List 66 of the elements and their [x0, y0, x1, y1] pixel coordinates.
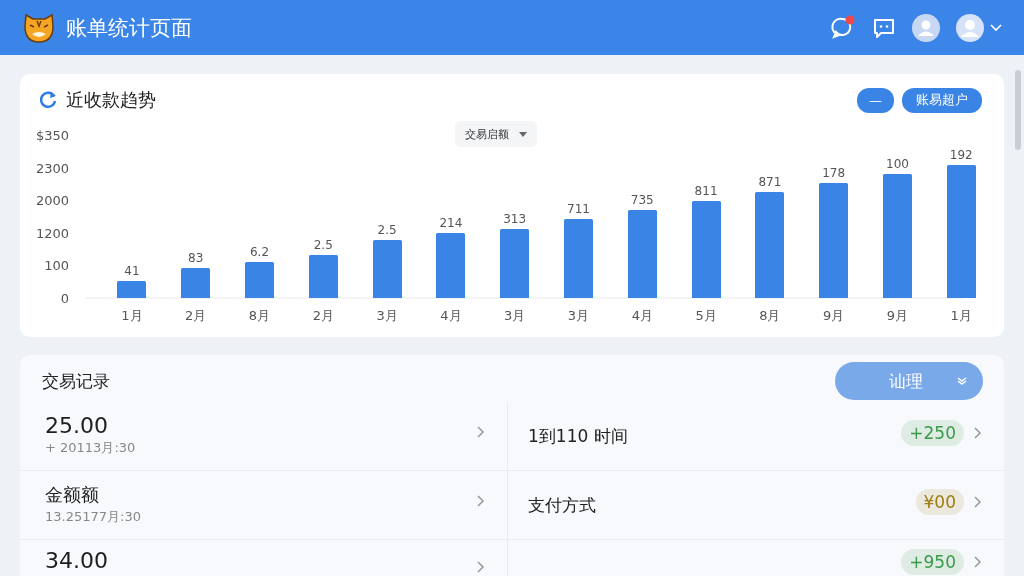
value-label: 871 [758, 175, 782, 190]
record-label: 支付方式 [528, 494, 596, 517]
chevron-right-icon[interactable] [477, 561, 485, 573]
value-label: 313 [503, 211, 527, 226]
axis-label: 0 [60, 291, 69, 306]
record-meta: 13.25177月:30 [45, 508, 141, 526]
metric-dropdown[interactable]: 交易启额 [455, 121, 537, 147]
section-title: 交易记录 [42, 369, 110, 393]
axis-label: 3月 [376, 307, 398, 325]
page-title: 账单统计页面 [66, 14, 192, 42]
value-label: 6.2 [249, 245, 270, 260]
axis-label: 5月 [695, 307, 717, 325]
axis-label: 3月 [567, 307, 590, 325]
tiger-head-icon [22, 11, 56, 44]
value-label: 2.5 [377, 222, 397, 237]
amount-badge: +250 [901, 420, 964, 446]
axis-label: 9月 [886, 307, 909, 325]
chevron-right-icon[interactable] [477, 495, 485, 507]
axis-label: 8月 [248, 307, 271, 325]
axis-label: 2月 [312, 307, 334, 325]
value-label: 41 [124, 264, 140, 279]
caret-icon[interactable] [990, 23, 1002, 32]
record-meta: + 20113月:30 [45, 439, 136, 457]
value-label: 178 [822, 165, 846, 180]
value-label: 2.5 [313, 237, 333, 252]
amount-badge: ¥00 [915, 489, 964, 515]
record-title: 金额额 [45, 483, 100, 507]
chevron-right-icon[interactable] [974, 496, 982, 508]
record-title: 25.00 [45, 414, 109, 438]
axis-label: 1月 [950, 307, 972, 325]
sort-icon [957, 376, 967, 386]
toolbar-button[interactable]: — [857, 87, 894, 113]
chevron-right-icon[interactable] [974, 427, 982, 439]
amount-badge: +950 [901, 549, 964, 575]
process-button[interactable]: 讪理 [835, 362, 983, 400]
axis-label: 4月 [440, 307, 462, 325]
axis-label: 9月 [823, 307, 845, 325]
axis-label: 8月 [759, 307, 781, 325]
caret-icon [519, 131, 527, 137]
toolbar-button[interactable]: 账易超户 [902, 87, 982, 113]
axis-label: 1200 [35, 225, 69, 241]
value-label: 83 [188, 251, 204, 265]
value-label: 735 [630, 193, 654, 208]
axis-label: 2300 [35, 160, 69, 176]
axis-label: 100 [44, 258, 69, 274]
scrollbar[interactable] [1015, 70, 1021, 150]
record-title: 34.00 [45, 549, 108, 573]
chart-title: 近收款趋势 [66, 88, 156, 112]
value-label: 214 [439, 215, 463, 230]
avatar-icon[interactable] [956, 13, 984, 42]
value-label: 811 [694, 183, 718, 198]
value-label: 192 [949, 147, 973, 162]
axis-label: 2月 [185, 307, 207, 325]
axis-label: 4月 [631, 307, 653, 325]
axis-label: $350 [35, 128, 69, 143]
value-label: 711 [567, 201, 590, 216]
value-label: 100 [886, 157, 909, 172]
chevron-right-icon[interactable] [974, 556, 982, 568]
chevron-right-icon[interactable] [477, 426, 485, 438]
chat-bubble-icon[interactable] [830, 14, 856, 41]
axis-label: 3月 [504, 307, 526, 325]
record-label: 1到110 时间 [528, 425, 628, 448]
axis-label: 2000 [35, 193, 69, 209]
axis-label: 1月 [121, 307, 143, 325]
avatar-icon[interactable] [912, 13, 940, 42]
refresh-icon [38, 90, 58, 110]
